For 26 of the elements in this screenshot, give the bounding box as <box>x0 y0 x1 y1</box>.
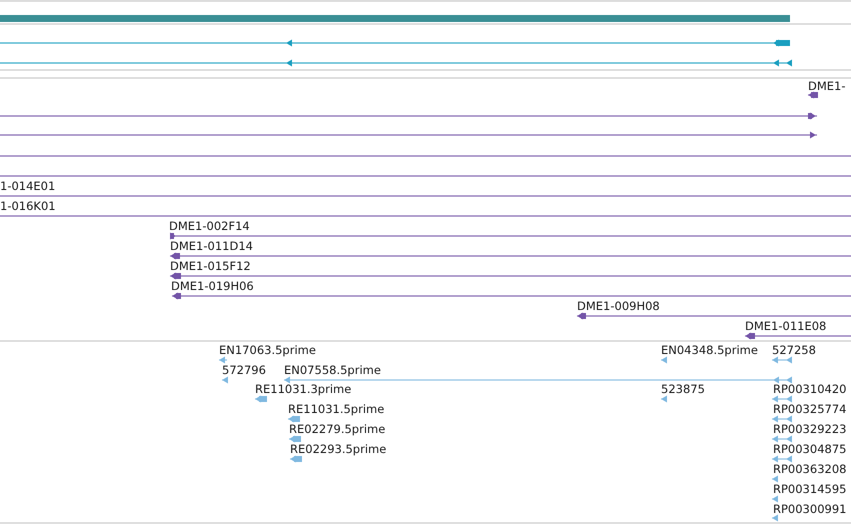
feature-label: 1-014E01 <box>0 179 56 193</box>
feature-label: DME1-015F12 <box>170 259 251 273</box>
feature-label: DME1- <box>808 79 846 93</box>
feature-label: RE02279.5prime <box>289 422 386 436</box>
feature-label: RP00310420 <box>773 382 846 396</box>
feature-label: 1-016K01 <box>0 199 56 213</box>
feature-label: EN17063.5prime <box>219 343 316 357</box>
feature-label: 523875 <box>661 382 705 396</box>
feature-label: RP00363208 <box>773 462 846 476</box>
feature-label: RP00329223 <box>773 422 846 436</box>
feature-label: 572796 <box>222 363 266 377</box>
feature-label: RE11031.5prime <box>288 402 384 416</box>
feature-label: RE11031.3prime <box>255 382 352 396</box>
feature-label: DME1-019H06 <box>171 279 254 293</box>
feature-label: EN04348.5prime <box>661 343 758 357</box>
feature-label: 527258 <box>772 343 816 357</box>
feature-label: DME1-011D14 <box>170 239 253 253</box>
feature-label: RP00325774 <box>773 402 846 416</box>
feature-label: RP00304875 <box>773 442 846 456</box>
feature-label: DME1-011E08 <box>745 319 826 333</box>
feature-label: DME1-002F14 <box>169 219 250 233</box>
feature-label: RP00314595 <box>773 482 846 496</box>
feature-label: EN07558.5prime <box>284 363 381 377</box>
feature-label: RP00300991 <box>773 502 846 516</box>
feature-label: DME1-009H08 <box>577 299 660 313</box>
feature-label: RE02293.5prime <box>290 442 386 456</box>
